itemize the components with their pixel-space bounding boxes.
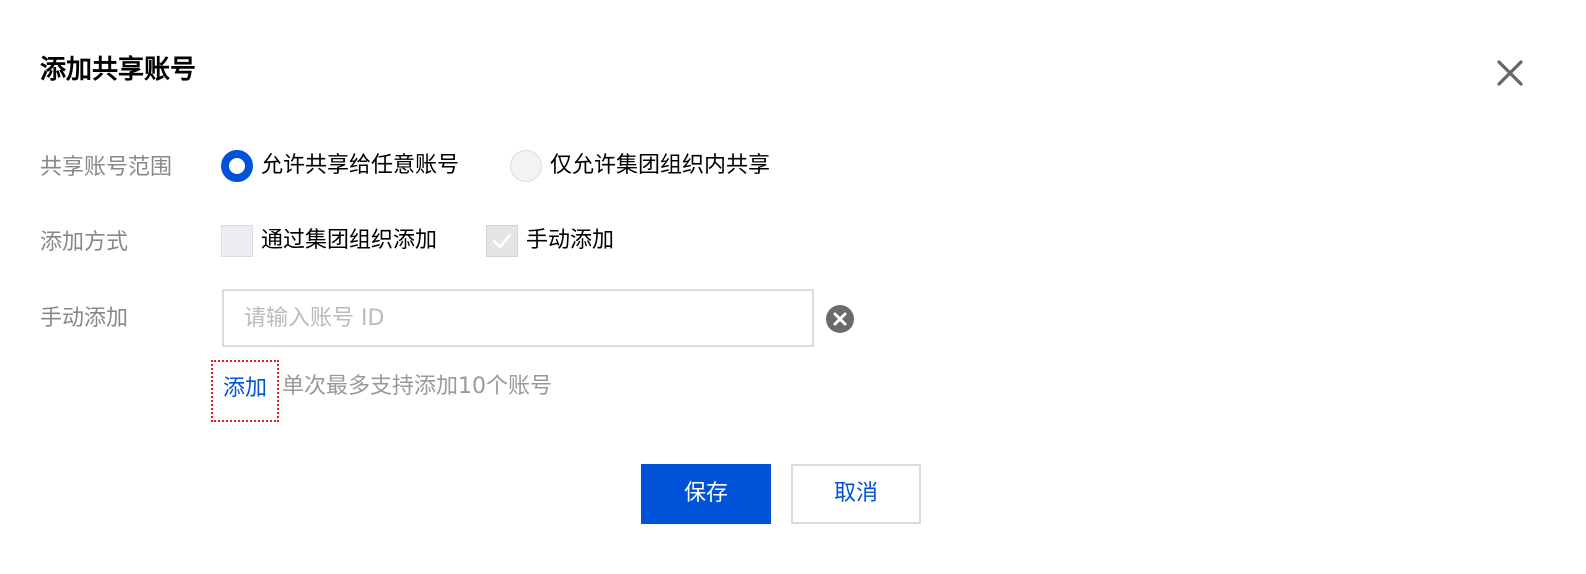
check-icon: [492, 233, 512, 249]
save-button[interactable]: 保存: [641, 464, 771, 524]
radio-any-account-label: 允许共享给任意账号: [261, 153, 460, 178]
close-button[interactable]: [1494, 57, 1526, 89]
clear-input-button[interactable]: [826, 305, 854, 333]
checkbox-manual[interactable]: 手动添加: [486, 225, 614, 257]
radio-group-only-label: 仅允许集团组织内共享: [550, 153, 771, 178]
radio-circle-checked[interactable]: [221, 150, 253, 182]
dialog-title: 添加共享账号: [40, 55, 197, 85]
scope-label: 共享账号范围: [40, 155, 173, 180]
close-icon: [1497, 60, 1523, 86]
checkbox-via-group-box[interactable]: [221, 225, 253, 257]
cancel-button[interactable]: 取消: [791, 464, 921, 524]
radio-any-account[interactable]: 允许共享给任意账号: [221, 150, 459, 182]
account-id-field[interactable]: [222, 289, 814, 347]
manual-add-label: 手动添加: [40, 306, 129, 331]
add-shared-account-dialog: 添加共享账号 共享账号范围 允许共享给任意账号 仅允许集团组织内共享 添加方式 …: [0, 0, 1586, 574]
add-limit-hint: 单次最多支持添加10个账号: [282, 374, 552, 399]
checkbox-via-group-label: 通过集团组织添加: [261, 228, 438, 253]
add-account-link[interactable]: 添加: [211, 360, 279, 422]
radio-group-only[interactable]: 仅允许集团组织内共享: [510, 150, 770, 182]
account-id-input[interactable]: [224, 291, 812, 345]
radio-circle-unchecked[interactable]: [510, 150, 542, 182]
checkbox-manual-label: 手动添加: [526, 228, 615, 253]
checkbox-via-group[interactable]: 通过集团组织添加: [221, 225, 437, 257]
add-account-link-label[interactable]: 添加: [223, 373, 267, 405]
checkbox-manual-box[interactable]: [486, 225, 518, 257]
clear-circle-icon: [826, 305, 854, 333]
method-label: 添加方式: [40, 230, 129, 255]
